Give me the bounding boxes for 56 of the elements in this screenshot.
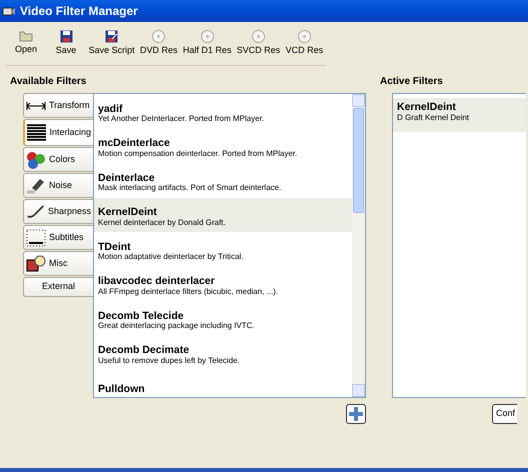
- toolbar-button[interactable]: Half D1 Res: [180, 30, 234, 65]
- category-tab[interactable]: Transform: [23, 93, 93, 118]
- filter-description: Mask interlacing artifacts. Port of Smart deinterlace.: [98, 184, 282, 193]
- filter-name: KernelDeint: [397, 102, 457, 114]
- filter-name: Decomb Telecide: [98, 310, 185, 322]
- filter-name: KernelDeint: [98, 207, 158, 219]
- subtitle-frame-icon: [26, 228, 46, 246]
- toolbar-button[interactable]: Save: [46, 30, 86, 65]
- filter-name: Decomb Decimate: [98, 345, 190, 357]
- marker-icon: [26, 176, 46, 194]
- filter-name: mcDeinterlace: [98, 138, 171, 150]
- section-label: Available Filters: [10, 75, 88, 89]
- category-tab[interactable]: Misc: [23, 251, 93, 276]
- shapes-icon: [26, 254, 46, 272]
- toolbar-button[interactable]: Open: [6, 30, 46, 65]
- disc-icon: [252, 30, 265, 43]
- filter-description: Kernel deinterlacer by Donald Graft.: [98, 218, 227, 228]
- floppy-icon: [60, 30, 72, 43]
- category-tab[interactable]: Noise: [23, 173, 93, 198]
- filter-name: libavcodec deinterlacer: [98, 276, 216, 288]
- active-filter-item[interactable]: KernelDeint D Graft Kernel Deint: [393, 98, 526, 132]
- category-tab[interactable]: External: [23, 277, 93, 297]
- color-balls-icon: [26, 150, 46, 168]
- width-arrow-icon: [26, 102, 46, 110]
- disc-icon: [200, 30, 214, 43]
- filter-name: TDeint: [98, 242, 132, 253]
- filter-description: Motion adaptative deinterlacer by Tritical.: [98, 253, 244, 262]
- filter-description: Great deinterlacing package including IVTC.: [98, 322, 256, 331]
- disc-icon: [298, 30, 311, 43]
- filter-description: Useful to remove dupes left by Telecide.: [98, 356, 241, 366]
- filter-name: yadif: [98, 104, 124, 115]
- brush-icon: [26, 202, 45, 220]
- window-title: Video Filter Manager: [20, 3, 138, 20]
- category-tab[interactable]: Colors: [23, 147, 93, 172]
- lines-icon: [27, 124, 46, 142]
- filter-description: D Graft Kernel Deint: [397, 114, 470, 122]
- toolbar-button[interactable]: VCD Res: [282, 30, 326, 65]
- toolbar-button[interactable]: DVD Res: [137, 30, 180, 65]
- filter-name: Deinterlace: [98, 172, 156, 184]
- disc-icon: [152, 30, 166, 43]
- category-tab[interactable]: Subtitles: [23, 225, 93, 250]
- floppy-icon: [105, 30, 118, 43]
- category-tab[interactable]: Interlacing: [23, 119, 93, 146]
- filter-item[interactable]: KernelDeint Kernel deinterlacer by Donald Graft.: [94, 198, 352, 232]
- category-tab[interactable]: Sharpness: [23, 199, 93, 224]
- filter-name: Pulldown: [98, 384, 146, 396]
- folder-icon: [19, 30, 33, 42]
- config-button[interactable]: Conf: [492, 404, 518, 424]
- toolbar-button[interactable]: SVCD Res: [234, 30, 283, 65]
- filter-description: All FFmpeg deinterlace filters (bicubic, median, ...).: [98, 288, 280, 296]
- toolbar-button[interactable]: Save Script: [86, 30, 138, 65]
- add-button[interactable]: [346, 404, 366, 424]
- scrollbar[interactable]: [352, 94, 365, 397]
- section-label: Active Filters: [380, 75, 444, 89]
- filter-description: Yet Another DeInterlacer. Ported from MPlayer.: [98, 115, 266, 124]
- filter-description: Motion compensation deinterlacer. Ported from MPlayer.: [98, 150, 298, 158]
